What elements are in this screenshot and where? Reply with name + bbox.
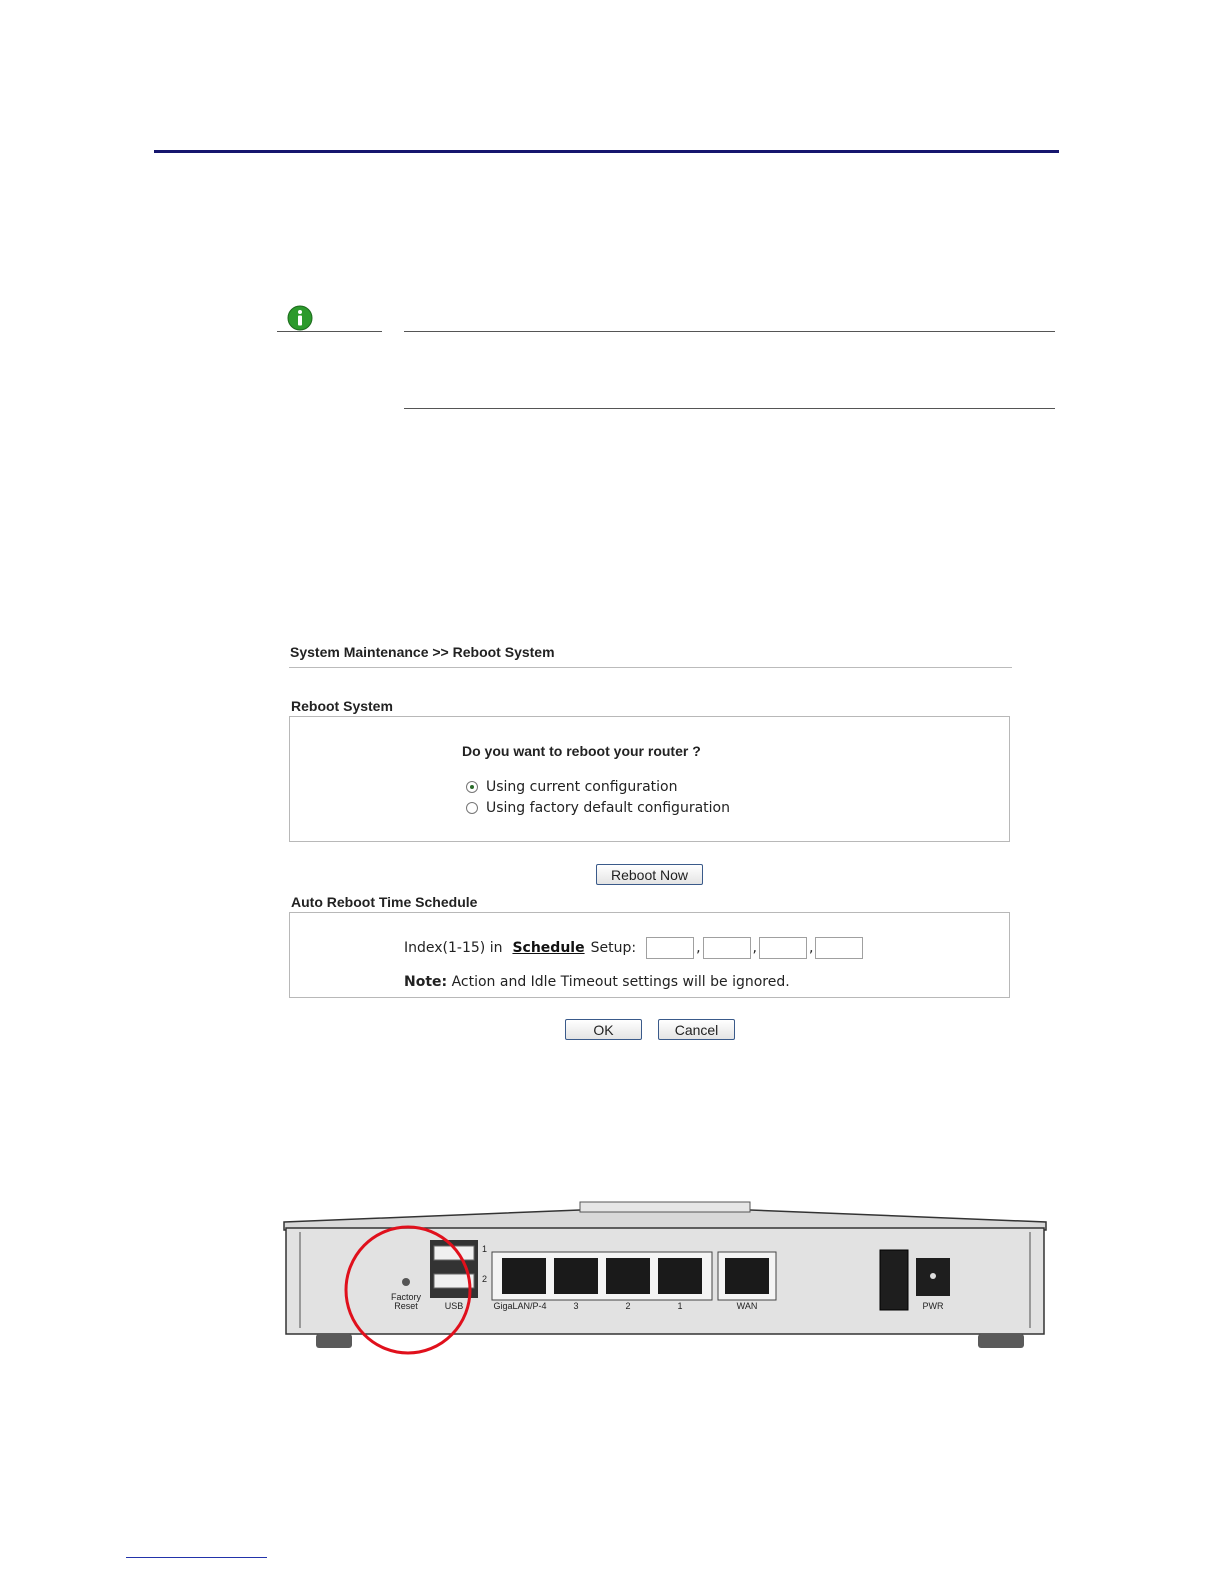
cancel-button[interactable]: Cancel <box>658 1019 735 1040</box>
router-top-strip <box>579 1201 751 1213</box>
footer-rule <box>126 1557 267 1558</box>
reboot-system-screenshot: System Maintenance >> Reboot System Rebo… <box>285 636 1015 1056</box>
schedule-input-2[interactable] <box>702 937 751 959</box>
breadcrumb: System Maintenance >> Reboot System <box>290 644 555 660</box>
schedule-section-title: Auto Reboot Time Schedule <box>291 894 478 910</box>
lan3-label: 3 <box>573 1301 578 1311</box>
wan-port <box>725 1258 769 1294</box>
lan-port-2 <box>606 1258 650 1294</box>
wan-label: WAN <box>737 1301 758 1311</box>
router-foot-left <box>316 1334 352 1348</box>
schedule-row: Index(1-15) in Schedule Setup: , , , <box>404 937 864 959</box>
header-rule <box>154 150 1059 153</box>
ok-button[interactable]: OK <box>565 1019 642 1040</box>
reboot-section-title: Reboot System <box>291 698 393 714</box>
radio-current-config[interactable] <box>466 781 478 793</box>
note-top-rule <box>404 331 1055 332</box>
lan4-label: GigaLAN/P-4 <box>493 1301 546 1311</box>
schedule-index-prefix: Index(1-15) in <box>404 940 503 956</box>
schedule-input-3[interactable] <box>758 937 807 959</box>
reboot-question: Do you want to reboot your router ? <box>462 743 701 759</box>
schedule-link[interactable]: Schedule <box>512 940 584 956</box>
schedule-note-label: Note: <box>404 974 448 990</box>
note-bottom-rule <box>404 408 1055 409</box>
pwr-label: PWR <box>923 1301 944 1311</box>
note-label-rule <box>277 331 382 332</box>
breadcrumb-divider <box>289 667 1012 668</box>
separator: , <box>808 940 814 956</box>
reboot-now-button[interactable]: Reboot Now <box>596 864 703 885</box>
usb-1-label: 1 <box>482 1244 487 1254</box>
option-current-config-label: Using current configuration <box>486 779 678 795</box>
radio-factory-config[interactable] <box>466 802 478 814</box>
schedule-input-1[interactable] <box>646 937 695 959</box>
schedule-note: Note: Action and Idle Timeout settings w… <box>404 974 790 990</box>
lan1-label: 1 <box>677 1301 682 1311</box>
option-factory-config-label: Using factory default configuration <box>486 800 730 816</box>
schedule-input-4[interactable] <box>815 937 864 959</box>
lan-port-3 <box>554 1258 598 1294</box>
lan-port-1 <box>658 1258 702 1294</box>
router-rear-panel-photo: Factory Reset 1 2 USB GigaLAN/P-4 3 2 1 … <box>283 1201 1047 1355</box>
usb-label: USB <box>445 1301 464 1311</box>
schedule-setup-suffix: Setup: <box>590 940 637 956</box>
option-factory-config[interactable]: Using factory default configuration <box>466 800 730 816</box>
reset-label: Reset <box>394 1301 418 1311</box>
factory-reset-button <box>402 1278 410 1286</box>
separator: , <box>696 940 701 956</box>
power-switch <box>879 1249 909 1311</box>
usb-2-label: 2 <box>482 1274 487 1284</box>
option-current-config[interactable]: Using current configuration <box>466 779 677 795</box>
lan-port-4 <box>502 1258 546 1294</box>
power-jack-pin <box>930 1273 936 1279</box>
separator: , <box>752 940 757 956</box>
schedule-note-text: Action and Idle Timeout settings will be… <box>451 974 790 990</box>
lan2-label: 2 <box>625 1301 630 1311</box>
info-icon <box>287 305 313 331</box>
router-foot-right <box>978 1334 1024 1348</box>
